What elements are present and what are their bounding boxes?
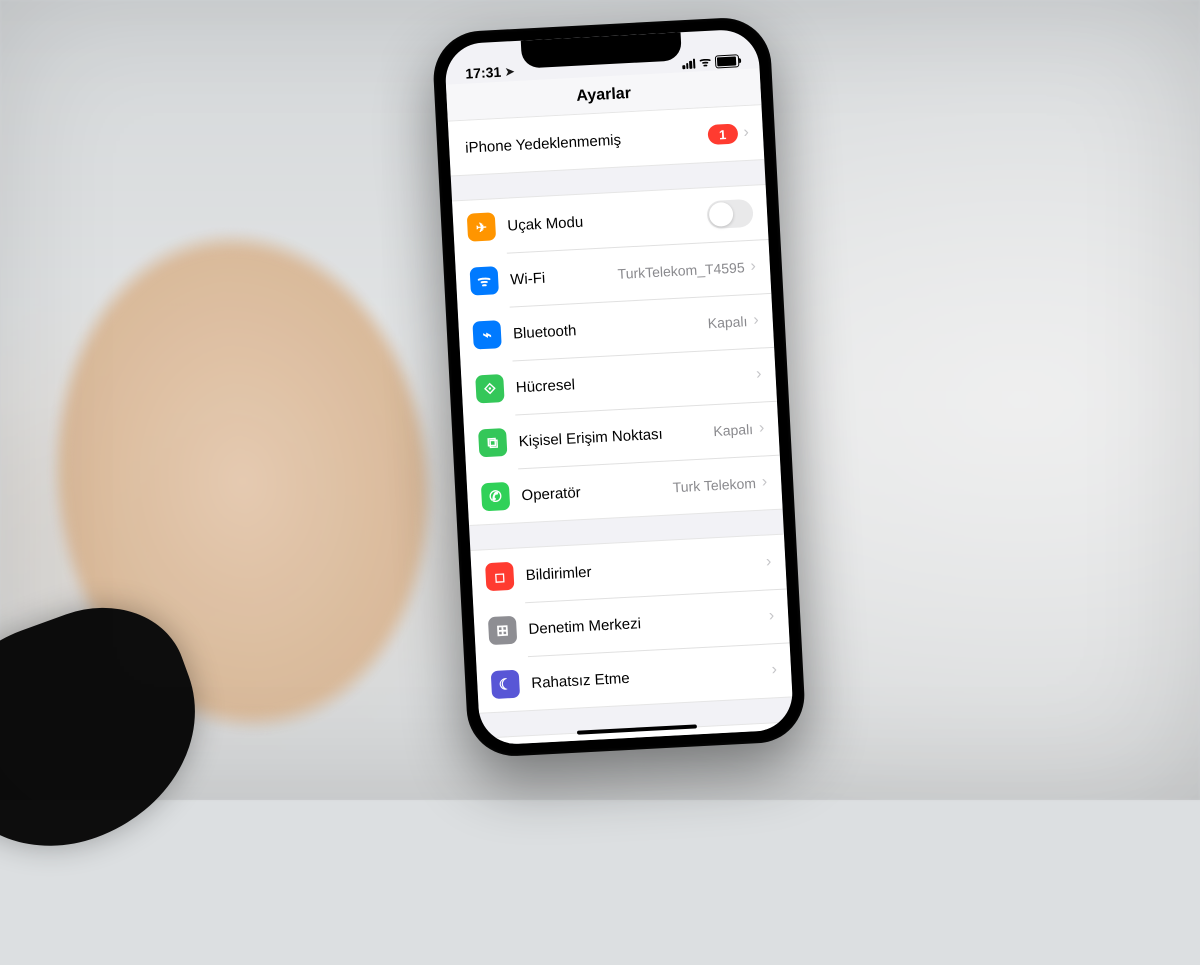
settings-list[interactable]: iPhone Yedeklenmemiş 1 › ✈︎ Uçak Modu ᯤ Wi-Fi T… — [448, 104, 794, 746]
row-detail: TurkTelekom_T4595 — [617, 259, 745, 282]
row-label: Kişisel Erişim Noktası — [518, 425, 663, 450]
status-left: 17:31 ➤ — [465, 63, 515, 82]
cellular-signal-icon — [682, 58, 696, 69]
cellular-icon: ⟐ — [475, 374, 504, 403]
screen: 17:31 ➤ ᯤ Ayarlar iPhone Yedeklenmemiş 1 ›… — [444, 28, 794, 745]
alert-badge: 1 — [707, 123, 738, 145]
settings-group-notifications: ◻︎ Bildirimler › ⊞ Denetim Merkezi › ☾ Rahatsız… — [470, 534, 792, 714]
chevron-right-icon: › — [771, 661, 777, 679]
chevron-right-icon: › — [766, 553, 772, 571]
chevron-right-icon: › — [750, 258, 756, 276]
row-label: Bluetooth — [513, 322, 577, 342]
row-label: Wi-Fi — [510, 269, 546, 288]
row-label: Hücresel — [515, 376, 575, 396]
chevron-right-icon: › — [756, 366, 762, 384]
location-arrow-icon: ➤ — [505, 65, 515, 78]
notifications-icon: ◻︎ — [485, 562, 514, 591]
airplane-icon: ✈︎ — [467, 212, 496, 241]
dnd-icon: ☾ — [491, 670, 520, 699]
chevron-right-icon: › — [759, 419, 765, 437]
settings-row-general[interactable]: ⚙︎Genel› — [480, 722, 794, 745]
row-label: Operatör — [521, 484, 581, 504]
chevron-right-icon: › — [753, 312, 759, 330]
wifi-icon: ᯤ — [470, 266, 499, 295]
battery-icon — [715, 54, 740, 68]
row-label: Bildirimler — [525, 563, 592, 583]
wifi-status-icon: ᯤ — [699, 55, 712, 69]
hotspot-icon: ⧉ — [478, 428, 507, 457]
row-label: Uçak Modu — [507, 213, 584, 234]
bluetooth-icon: ⌁ — [472, 320, 501, 349]
carrier-icon: ✆ — [481, 482, 510, 511]
settings-group-connectivity: ✈︎ Uçak Modu ᯤ Wi-Fi TurkTelekom_T4595 › ⌁ Blue… — [452, 184, 783, 526]
chevron-right-icon: › — [743, 124, 749, 142]
chevron-right-icon: › — [768, 607, 774, 625]
row-detail: Kapalı — [713, 421, 753, 439]
settings-group-general: ⚙︎Genel›AAEkran ve Parlaklık›❀Duvar Kâğı… — [480, 721, 794, 745]
control-center-icon: ⊞ — [488, 616, 517, 645]
toggle-switch[interactable] — [706, 199, 753, 229]
row-detail: Kapalı — [707, 313, 747, 331]
row-detail: Turk Telekom — [672, 475, 756, 495]
row-label: iPhone Yedeklenmemiş — [465, 131, 622, 156]
iphone-frame: 17:31 ➤ ᯤ Ayarlar iPhone Yedeklenmemiş 1 ›… — [431, 16, 807, 759]
row-label: Denetim Merkezi — [528, 615, 641, 638]
page-title: Ayarlar — [576, 85, 631, 106]
chevron-right-icon: › — [761, 473, 767, 491]
status-time: 17:31 — [465, 64, 502, 82]
row-label: Rahatsız Etme — [531, 669, 630, 691]
status-right: ᯤ — [682, 54, 739, 70]
